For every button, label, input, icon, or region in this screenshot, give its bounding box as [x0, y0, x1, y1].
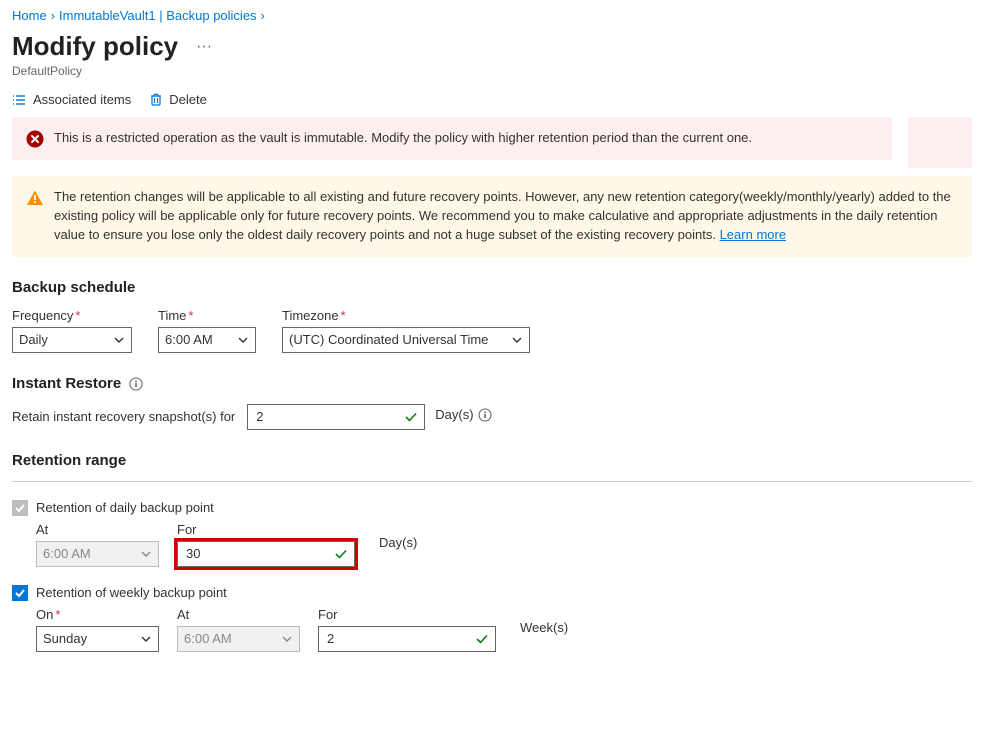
- associated-items-button[interactable]: Associated items: [12, 92, 131, 107]
- page-title: Modify policy: [12, 31, 178, 62]
- section-retention-range: Retention range: [12, 452, 972, 469]
- chevron-down-icon: [113, 334, 125, 346]
- alert-restricted-text: This is a restricted operation as the va…: [54, 129, 752, 148]
- time-select[interactable]: 6:00 AM: [158, 327, 256, 353]
- more-actions-button[interactable]: ···: [192, 38, 216, 56]
- breadcrumb: Home › ImmutableVault1 | Backup policies…: [12, 8, 972, 23]
- instant-restore-label: Retain instant recovery snapshot(s) for: [12, 409, 235, 424]
- weekly-unit: Week(s): [520, 620, 568, 635]
- chevron-down-icon: [237, 334, 249, 346]
- weekly-for-value[interactable]: [325, 630, 475, 647]
- chevron-down-icon: [281, 633, 293, 645]
- retention-daily-label: Retention of daily backup point: [36, 500, 214, 515]
- learn-more-link[interactable]: Learn more: [720, 227, 786, 242]
- weekly-at-value: 6:00 AM: [184, 631, 232, 646]
- chevron-down-icon: [140, 548, 152, 560]
- associated-items-label: Associated items: [33, 92, 131, 107]
- alert-retention-text: The retention changes will be applicable…: [54, 188, 958, 245]
- daily-at-value: 6:00 AM: [43, 546, 91, 561]
- frequency-select[interactable]: Daily: [12, 327, 132, 353]
- command-bar: Associated items Delete: [12, 92, 972, 107]
- daily-at-label: At: [36, 522, 159, 537]
- section-instant-restore: Instant Restore: [12, 375, 972, 392]
- retention-weekly-checkbox[interactable]: [12, 585, 28, 601]
- breadcrumb-home[interactable]: Home: [12, 8, 47, 23]
- instant-unit: Day(s): [435, 407, 491, 422]
- weekly-at-select: 6:00 AM: [177, 626, 300, 652]
- weekly-at-label: At: [177, 607, 300, 622]
- daily-at-select: 6:00 AM: [36, 541, 159, 567]
- weekly-for-label: For: [318, 607, 496, 622]
- alert-restricted: This is a restricted operation as the va…: [12, 117, 892, 160]
- frequency-label: Frequency*: [12, 308, 132, 323]
- daily-for-input[interactable]: [177, 541, 355, 567]
- daily-for-label: For: [177, 522, 355, 537]
- page-subtitle: DefaultPolicy: [12, 64, 972, 78]
- alert-error-row: This is a restricted operation as the va…: [12, 117, 972, 168]
- weekly-on-label: On*: [36, 607, 159, 622]
- timezone-value: (UTC) Coordinated Universal Time: [289, 332, 488, 347]
- frequency-value: Daily: [19, 332, 48, 347]
- retention-weekly-label: Retention of weekly backup point: [36, 585, 227, 600]
- chevron-down-icon: [511, 334, 523, 346]
- timezone-label: Timezone*: [282, 308, 530, 323]
- instant-snapshot-value[interactable]: [254, 408, 404, 425]
- chevron-right-icon: ›: [261, 8, 265, 23]
- chevron-right-icon: ›: [51, 8, 55, 23]
- info-icon[interactable]: [129, 377, 143, 391]
- error-icon: [26, 130, 44, 148]
- weekly-on-select[interactable]: Sunday: [36, 626, 159, 652]
- instant-snapshot-input[interactable]: [247, 404, 425, 430]
- list-icon: [12, 93, 27, 107]
- weekly-on-value: Sunday: [43, 631, 87, 646]
- chevron-down-icon: [140, 633, 152, 645]
- retention-daily-checkbox[interactable]: [12, 500, 28, 516]
- warning-icon: [26, 189, 44, 245]
- timezone-select[interactable]: (UTC) Coordinated Universal Time: [282, 327, 530, 353]
- daily-for-value[interactable]: [184, 545, 334, 562]
- breadcrumb-vault[interactable]: ImmutableVault1 | Backup policies: [59, 8, 257, 23]
- weekly-for-input[interactable]: [318, 626, 496, 652]
- daily-unit: Day(s): [379, 535, 417, 550]
- section-backup-schedule: Backup schedule: [12, 279, 972, 296]
- delete-button[interactable]: Delete: [149, 92, 207, 107]
- delete-label: Delete: [169, 92, 207, 107]
- time-label: Time*: [158, 308, 256, 323]
- time-value: 6:00 AM: [165, 332, 213, 347]
- check-icon: [404, 410, 418, 424]
- info-icon[interactable]: [478, 408, 492, 422]
- check-icon: [334, 547, 348, 561]
- check-icon: [475, 632, 489, 646]
- alert-retention-note: The retention changes will be applicable…: [12, 176, 972, 257]
- trash-icon: [149, 92, 163, 107]
